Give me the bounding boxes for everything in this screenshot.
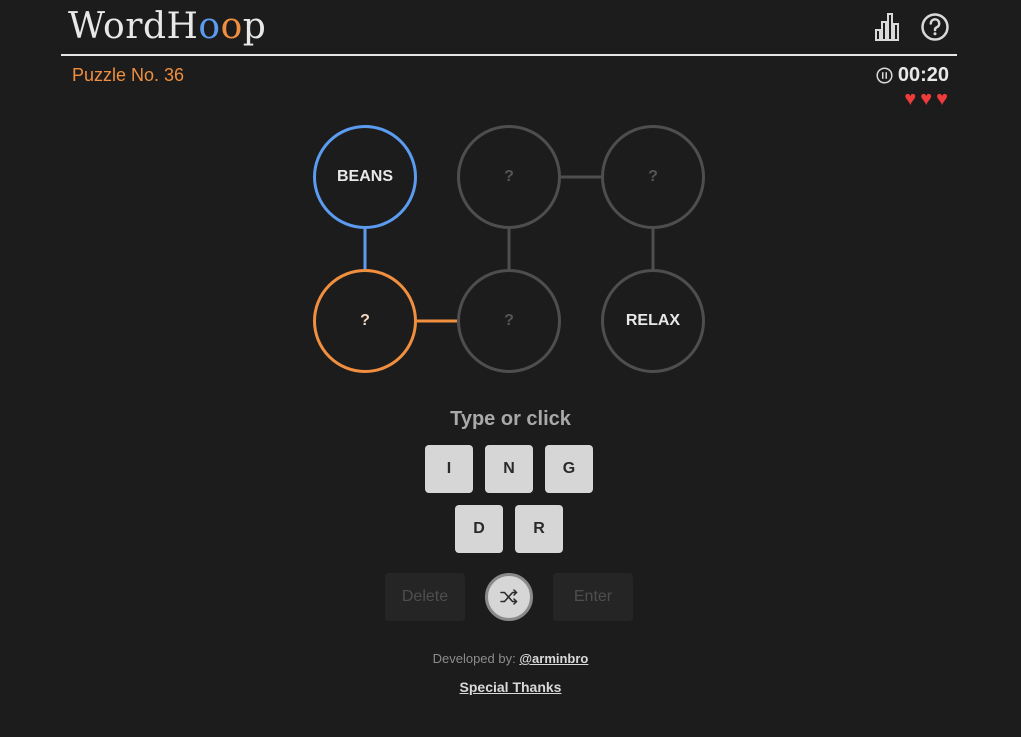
letter-key[interactable]: R — [515, 505, 563, 553]
question-circle-icon[interactable] — [920, 12, 950, 47]
word-node-relax[interactable]: RELAX — [601, 269, 705, 373]
enter-button[interactable]: Enter — [553, 573, 633, 621]
shuffle-button[interactable] — [485, 573, 533, 621]
letter-key[interactable]: N — [485, 445, 533, 493]
word-node-beans[interactable]: BEANS — [313, 125, 417, 229]
word-node-active[interactable]: ? — [313, 269, 417, 373]
lives: ♥ ♥ ♥ — [904, 88, 948, 110]
developer-credit: Developed by: @arminbro — [0, 651, 1021, 666]
header-divider — [61, 54, 957, 56]
input-prompt: Type or click — [450, 408, 571, 430]
logo-text-end: p — [242, 6, 267, 47]
developed-by-label: Developed by: — [432, 651, 516, 666]
word-node-hidden[interactable]: ? — [601, 125, 705, 229]
developer-link[interactable]: @arminbro — [519, 651, 588, 666]
heart-icon: ♥ — [936, 88, 948, 110]
special-thanks-link[interactable]: Special Thanks — [0, 679, 1021, 695]
heart-icon: ♥ — [904, 88, 917, 110]
puzzle-number: Puzzle No. 36 — [72, 65, 185, 85]
logo: WordHoop — [68, 6, 266, 47]
logo-text-start: WordH — [68, 6, 199, 47]
word-node-hidden[interactable]: ? — [457, 125, 561, 229]
bar-chart-icon[interactable] — [874, 12, 902, 47]
delete-button[interactable]: Delete — [385, 573, 465, 621]
heart-icon: ♥ — [920, 88, 933, 110]
logo-blue-o: o — [198, 6, 221, 47]
pause-circle-icon[interactable] — [876, 67, 893, 84]
letter-key[interactable]: D — [455, 505, 503, 553]
logo-orange-o: o — [220, 6, 243, 47]
shuffle-icon — [500, 589, 518, 605]
letter-key[interactable]: G — [545, 445, 593, 493]
timer: 00:20 — [876, 64, 949, 87]
letter-key[interactable]: I — [425, 445, 473, 493]
timer-value: 00:20 — [897, 64, 949, 86]
word-node-hidden[interactable]: ? — [457, 269, 561, 373]
